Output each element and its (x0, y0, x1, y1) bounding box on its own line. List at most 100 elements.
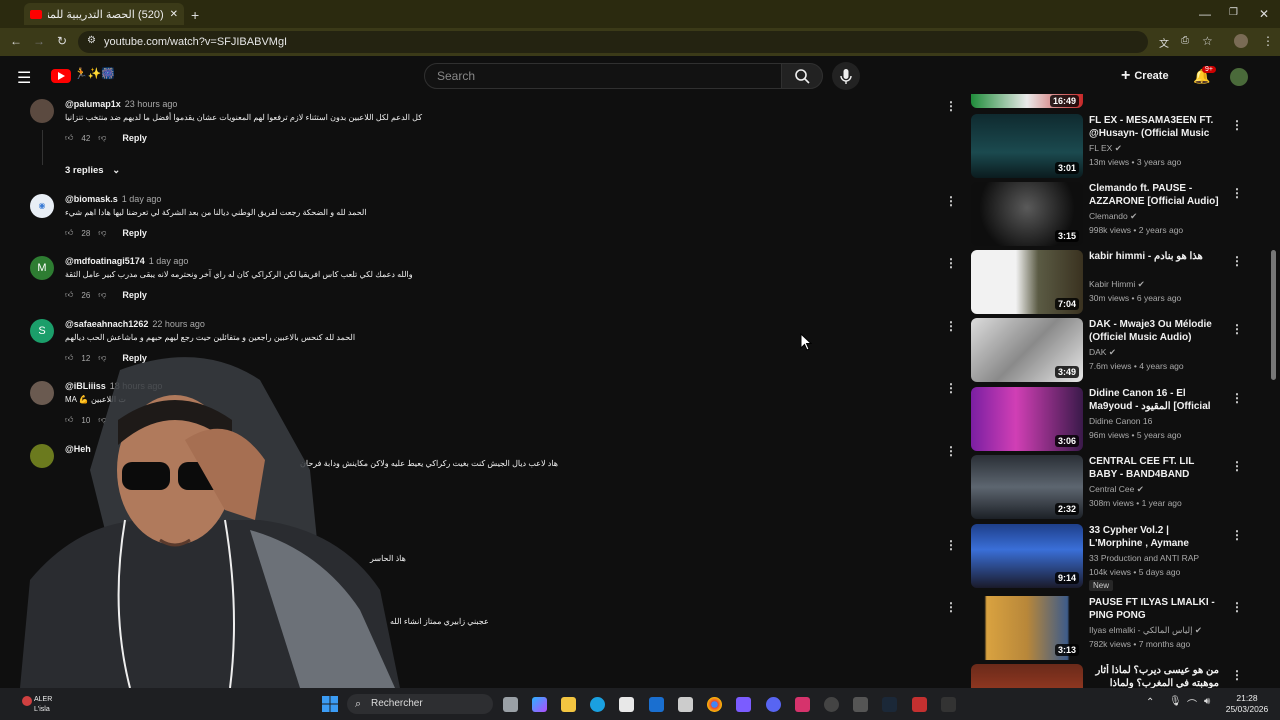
video-title[interactable]: kabir himmi - هذا هو بنادم (1089, 250, 1219, 263)
mail-icon[interactable] (678, 697, 693, 712)
hamburger-menu-icon[interactable]: ☰ (17, 68, 31, 88)
comment-menu-icon[interactable]: ⋮ (945, 99, 957, 113)
account-avatar[interactable] (1230, 68, 1248, 86)
video-thumbnail[interactable]: 7:04 (971, 250, 1083, 314)
video-menu-icon[interactable]: ⋮ (1231, 118, 1243, 132)
video-title[interactable]: Clemando ft. PAUSE - AZZARONE [Official … (1089, 182, 1219, 208)
browser-menu-icon[interactable]: ⋮ (1262, 34, 1274, 48)
video-menu-icon[interactable]: ⋮ (1231, 322, 1243, 336)
maximize-icon[interactable]: ❐ (1229, 7, 1238, 18)
video-channel[interactable]: FL EX ✔ (1089, 143, 1122, 154)
comment-menu-icon[interactable]: ⋮ (945, 600, 957, 614)
video-channel[interactable]: 33 Production and ANTI RAP (1089, 553, 1199, 563)
related-video[interactable]: 3:13 PAUSE FT ILYAS LMALKI - PING PONG I… (971, 596, 1243, 660)
video-menu-icon[interactable]: ⋮ (1231, 254, 1243, 268)
video-channel[interactable]: DAK ✔ (1089, 347, 1116, 358)
related-video[interactable]: من هو عيسى ديرب؟ لماذا أثار موهبته في ال… (971, 664, 1241, 688)
related-video[interactable]: 3:06 Didine Canon 16 - El Ma9youd - المق… (971, 387, 1243, 451)
discord-icon[interactable] (766, 697, 781, 712)
video-channel[interactable]: Ilyas elmalki - إلياس المالكي ✔ (1089, 625, 1202, 636)
browser-tab[interactable]: (520) الحصة التدريبية للمنتخب الـ ✕ (24, 3, 184, 25)
comment-author[interactable]: @mdfoatinagi5174 1 day ago (65, 256, 188, 266)
replies-toggle[interactable]: 3 replies ⌄ (65, 165, 120, 176)
taskbar-search[interactable]: ⌕ Rechercher (347, 694, 493, 714)
close-tab-icon[interactable]: ✕ (170, 9, 178, 20)
video-thumbnail[interactable] (971, 664, 1083, 688)
related-video[interactable]: 3:15 Clemando ft. PAUSE - AZZARONE [Offi… (971, 182, 1243, 246)
author-handle[interactable]: @iBLiiiss (65, 381, 106, 391)
video-menu-icon[interactable]: ⋮ (1231, 186, 1243, 200)
video-thumbnail[interactable]: 3:49 (971, 318, 1083, 382)
avatar[interactable]: S (30, 319, 54, 343)
video-title[interactable]: Didine Canon 16 - El Ma9youd - المقيود [… (1089, 387, 1219, 413)
comment-menu-icon[interactable]: ⋮ (945, 538, 957, 552)
related-video[interactable]: 16:49 (971, 94, 1241, 108)
video-thumbnail[interactable]: 3:06 (971, 387, 1083, 451)
comment-author[interactable]: @biomask.s 1 day ago (65, 194, 161, 204)
comment-time[interactable]: 23 hours ago (125, 99, 178, 109)
bookmark-star-icon[interactable]: ☆ (1202, 34, 1213, 48)
comment-menu-icon[interactable]: ⋮ (945, 381, 957, 395)
windows-start-icon[interactable] (322, 696, 338, 712)
video-channel[interactable]: Kabir Himmi ✔ (1089, 279, 1145, 290)
back-icon[interactable]: ← (10, 34, 22, 48)
avatar[interactable]: M (30, 256, 54, 280)
forward-icon[interactable]: → (33, 34, 45, 48)
avatar[interactable] (30, 381, 54, 405)
minimize-icon[interactable]: — (1199, 7, 1211, 21)
game-icon[interactable] (736, 697, 751, 712)
like-icon[interactable]: 👍︎ (65, 228, 73, 238)
video-title[interactable]: DAK - Mwaje3 Ou Mélodie (Officiel Music … (1089, 318, 1219, 344)
reply-button[interactable]: Reply (122, 228, 147, 238)
like-icon[interactable]: 👍︎ (65, 290, 73, 300)
dislike-icon[interactable]: 👎︎ (98, 290, 106, 300)
search-button[interactable] (781, 63, 823, 89)
dislike-icon[interactable]: 👎︎ (98, 133, 106, 143)
search-input[interactable]: Search (424, 63, 782, 89)
comment-menu-icon[interactable]: ⋮ (945, 194, 957, 208)
page-scrollbar[interactable] (1271, 250, 1276, 380)
channel-name[interactable]: Central Cee (1089, 484, 1134, 494)
video-menu-icon[interactable]: ⋮ (1231, 528, 1243, 542)
store-icon[interactable] (619, 697, 634, 712)
video-title[interactable]: PAUSE FT ILYAS LMALKI - PING PONG (1089, 596, 1219, 622)
channel-name[interactable]: Didine Canon 16 (1089, 416, 1152, 426)
outlook-icon[interactable] (649, 697, 664, 712)
avatar[interactable]: ◉ (30, 194, 54, 218)
video-thumbnail[interactable]: 3:15 (971, 182, 1083, 246)
comment-menu-icon[interactable]: ⋮ (945, 256, 957, 270)
video-title[interactable]: من هو عيسى ديرب؟ لماذا أثار موهبته في ال… (1089, 664, 1219, 688)
author-handle[interactable]: @Heh (65, 444, 91, 454)
copilot-icon[interactable] (532, 697, 547, 712)
steam-icon[interactable] (882, 697, 897, 712)
video-channel[interactable]: Central Cee ✔ (1089, 484, 1144, 495)
video-thumbnail[interactable]: 16:49 (971, 94, 1083, 108)
file-explorer-icon[interactable] (561, 697, 576, 712)
video-thumbnail[interactable]: 3:01 (971, 114, 1083, 178)
taskbar-clock[interactable]: 21:28 25/03/2026 (1222, 693, 1272, 715)
channel-name[interactable]: Kabir Himmi (1089, 279, 1135, 289)
comment-menu-icon[interactable]: ⋮ (945, 319, 957, 333)
alert-widget[interactable]: ALER L'isla (8, 692, 72, 718)
video-thumbnail[interactable]: 9:14 (971, 524, 1083, 588)
like-icon[interactable]: 👍︎ (65, 133, 73, 143)
video-channel[interactable]: Clemando ✔ (1089, 211, 1137, 222)
channel-name[interactable]: DAK (1089, 347, 1106, 357)
video-menu-icon[interactable]: ⋮ (1231, 391, 1243, 405)
video-menu-icon[interactable]: ⋮ (1231, 600, 1243, 614)
video-title[interactable]: CENTRAL CEE FT. LIL BABY - BAND4BAND (MU… (1089, 455, 1219, 481)
mic-tray-icon[interactable]: 🎙︎ (1169, 696, 1182, 707)
app-icon-4[interactable] (941, 697, 956, 712)
tray-expand-icon[interactable]: ⌃ (1146, 697, 1154, 708)
network-icon[interactable]: ⌒ (1187, 696, 1197, 711)
dislike-icon[interactable]: 👎︎ (98, 415, 106, 425)
close-window-icon[interactable]: ✕ (1259, 7, 1269, 21)
app-icon-3[interactable] (912, 697, 927, 712)
reply-button[interactable]: Reply (122, 353, 147, 363)
reply-button[interactable]: Reply (122, 290, 147, 300)
task-view-icon[interactable] (503, 697, 518, 712)
reload-icon[interactable]: ↻ (57, 34, 67, 48)
author-handle[interactable]: @safaeahnach1262 (65, 319, 148, 329)
comment-author[interactable]: @Heh (65, 444, 91, 454)
new-tab-icon[interactable]: + (191, 7, 199, 23)
